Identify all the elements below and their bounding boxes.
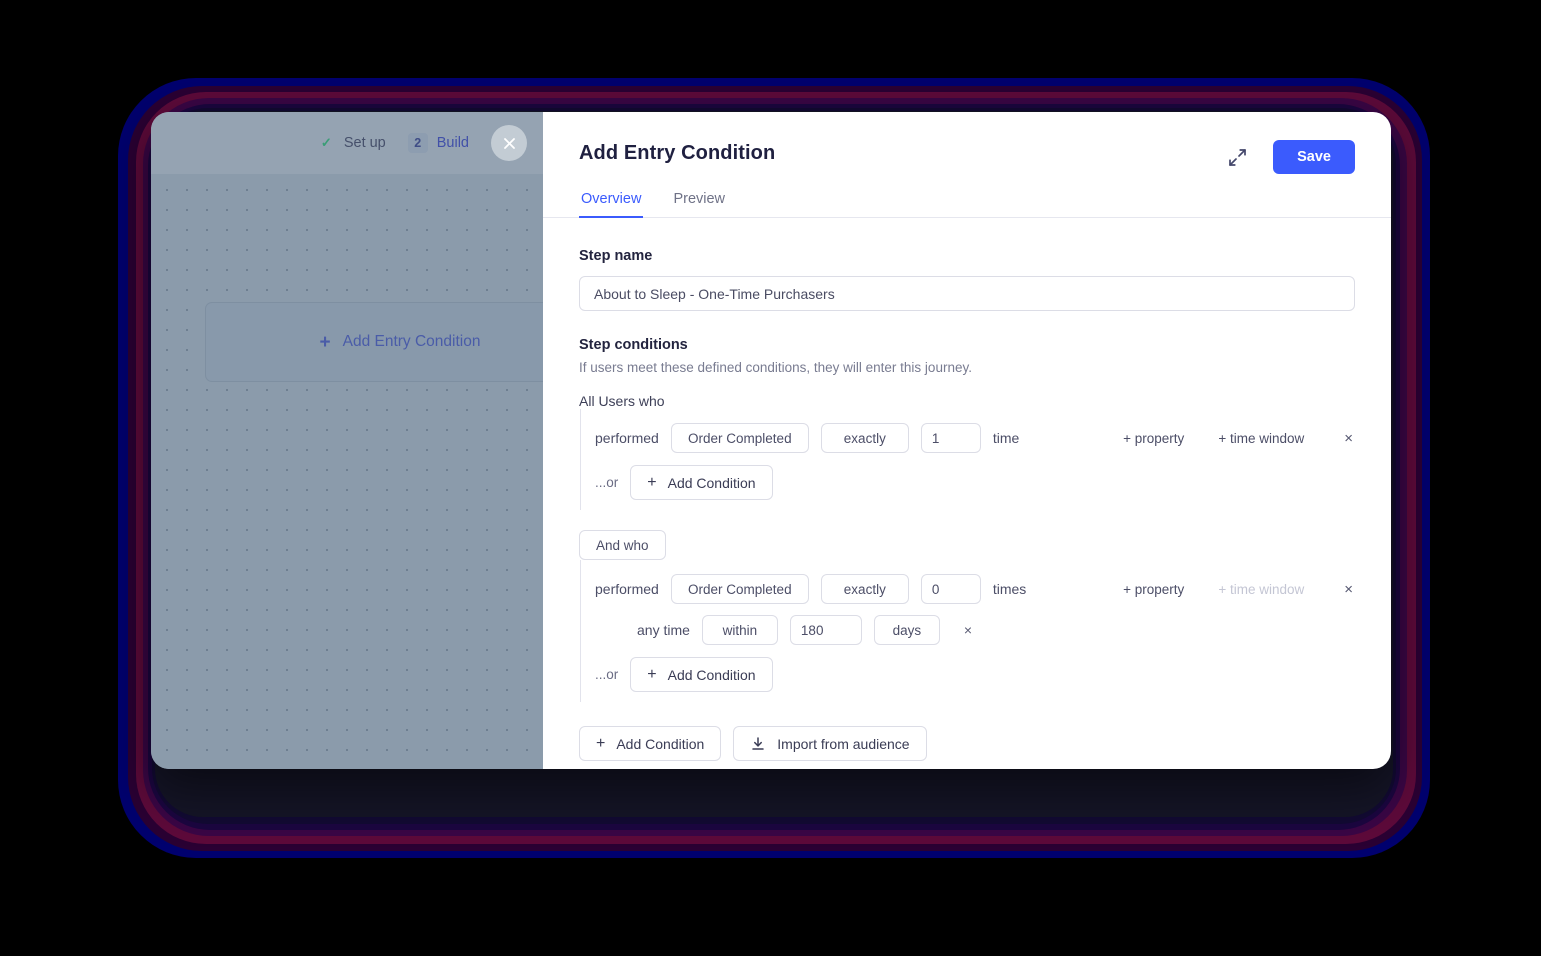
time-amount-input[interactable]: 180 (789, 615, 862, 645)
condition-prefix: performed (595, 581, 659, 597)
condition-prefix: performed (595, 430, 659, 446)
count-unit-label: times (992, 581, 1027, 597)
save-button[interactable]: Save (1273, 140, 1355, 174)
expand-diagonal-icon[interactable] (1228, 148, 1247, 167)
or-add-condition-row-2: ...or + Add Condition (595, 657, 1355, 692)
panel-body: Step name Step conditions If users meet … (543, 218, 1391, 769)
add-time-window-link-disabled: + time window (1218, 581, 1305, 597)
remove-condition-icon[interactable]: × (1342, 582, 1355, 597)
panel-header-actions: Save (1228, 140, 1355, 174)
canvas-topbar: ✓ Set up 2 Build (151, 112, 543, 174)
close-icon[interactable] (491, 125, 527, 161)
add-condition-label: Add Condition (667, 666, 756, 683)
remove-time-window-icon[interactable]: × (962, 623, 974, 637)
add-condition-button-group-2[interactable]: + Add Condition (630, 657, 773, 692)
condition-row: performed Order Completed exactly 0 time… (595, 574, 1355, 604)
add-property-link[interactable]: + property (1123, 431, 1184, 446)
operator-select[interactable]: exactly (820, 574, 909, 604)
plus-icon: + (319, 331, 331, 353)
stepper-number-badge: 2 (407, 133, 428, 153)
panel-header: Add Entry Condition Save (543, 112, 1391, 174)
stepper-label-build: Build (436, 135, 469, 151)
time-window-prefix: any time (637, 622, 690, 638)
operator-select[interactable]: exactly (820, 423, 909, 453)
and-who-wrapper: And who (579, 530, 1355, 560)
check-icon: ✓ (320, 135, 332, 150)
plus-icon: + (596, 734, 606, 752)
add-condition-label: Add Condition (616, 735, 705, 752)
or-label: ...or (595, 667, 619, 682)
stepper-item-setup[interactable]: ✓ Set up (318, 135, 386, 152)
condition-group-2: performed Order Completed exactly 0 time… (580, 560, 1355, 702)
step-name-input[interactable] (579, 276, 1355, 311)
add-entry-condition-label: Add Entry Condition (342, 333, 481, 350)
time-operator-select[interactable]: within (701, 615, 778, 645)
condition-row: performed Order Completed exactly 1 time… (595, 423, 1355, 453)
wizard-stepper: ✓ Set up 2 Build (318, 133, 469, 153)
add-condition-label: Add Condition (667, 474, 756, 491)
add-entry-condition-card[interactable]: + Add Entry Condition (205, 302, 595, 382)
stepper-label-setup: Set up (343, 135, 386, 151)
plus-icon: + (647, 665, 657, 683)
add-condition-button-group-1[interactable]: + Add Condition (630, 465, 773, 500)
bottom-actions: + Add Condition Import from audience (579, 726, 1355, 761)
time-unit-select[interactable]: days (873, 615, 940, 645)
tab-preview[interactable]: Preview (671, 191, 727, 218)
stepper-item-build[interactable]: 2 Build (407, 133, 469, 153)
import-from-audience-button[interactable]: Import from audience (733, 726, 927, 761)
time-window-row: any time within 180 days × (637, 615, 1355, 645)
plus-icon: + (647, 473, 657, 491)
canvas-dot-grid: + Add Entry Condition (151, 174, 595, 769)
count-unit-label: time (992, 430, 1020, 446)
add-property-link[interactable]: + property (1123, 582, 1184, 597)
remove-condition-icon[interactable]: × (1342, 431, 1355, 446)
and-who-selector[interactable]: And who (579, 530, 666, 560)
step-name-label: Step name (579, 248, 653, 264)
entry-condition-panel: Add Entry Condition Save Overview Previe… (543, 112, 1391, 769)
add-time-window-link[interactable]: + time window (1218, 431, 1304, 446)
download-icon (750, 736, 766, 752)
tab-overview[interactable]: Overview (579, 191, 644, 218)
screenshot-stage: ✓ Set up 2 Build + Add Entry Condition A… (0, 0, 1541, 956)
panel-tabs: Overview Preview (543, 191, 1391, 218)
import-from-audience-label: Import from audience (777, 735, 910, 752)
or-add-condition-row-1: ...or + Add Condition (595, 465, 1355, 500)
step-conditions-label: Step conditions (579, 337, 688, 353)
event-select[interactable]: Order Completed (670, 423, 809, 453)
all-users-label: All Users who (579, 393, 665, 409)
app-window: ✓ Set up 2 Build + Add Entry Condition A… (151, 112, 1391, 769)
event-select[interactable]: Order Completed (670, 574, 809, 604)
count-input[interactable]: 0 (920, 574, 981, 604)
or-label: ...or (595, 475, 619, 490)
add-condition-button[interactable]: + Add Condition (579, 726, 722, 761)
step-conditions-description: If users meet these defined conditions, … (579, 360, 972, 375)
condition-group-1: performed Order Completed exactly 1 time… (580, 409, 1355, 510)
count-input[interactable]: 1 (920, 423, 981, 453)
journey-canvas: ✓ Set up 2 Build + Add Entry Condition (151, 112, 595, 769)
